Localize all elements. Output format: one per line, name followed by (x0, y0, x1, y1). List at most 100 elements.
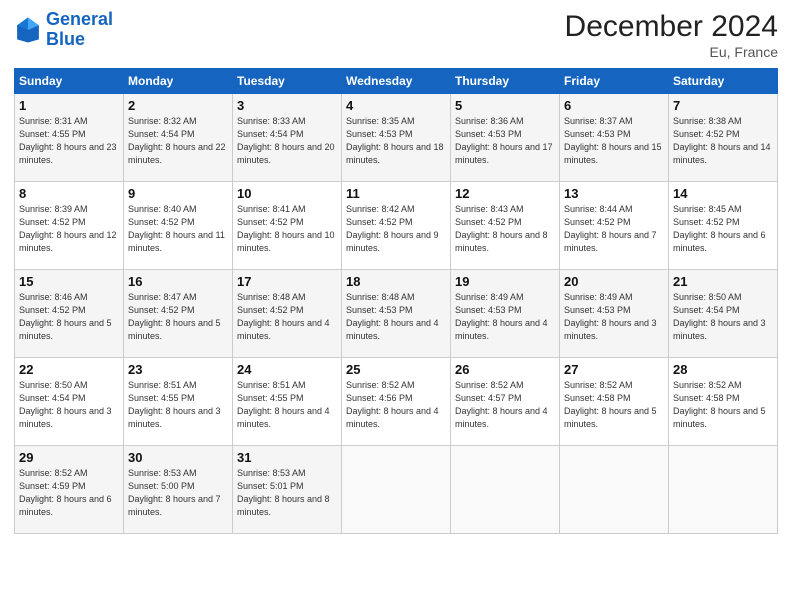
day-cell-19: 19Sunrise: 8:49 AMSunset: 4:53 PMDayligh… (451, 270, 560, 358)
day-number: 30 (128, 450, 228, 465)
day-number: 7 (673, 98, 773, 113)
day-info: Sunrise: 8:50 AMSunset: 4:54 PMDaylight:… (19, 379, 119, 431)
day-info: Sunrise: 8:52 AMSunset: 4:57 PMDaylight:… (455, 379, 555, 431)
day-number: 11 (346, 186, 446, 201)
day-cell-30: 30 Sunrise: 8:53 AMSunset: 5:00 PMDayligh… (124, 446, 233, 534)
day-cell-28: 28Sunrise: 8:52 AMSunset: 4:58 PMDayligh… (669, 358, 778, 446)
day-cell-27: 27 Sunrise: 8:52 AMSunset: 4:58 PMDayligh… (560, 358, 669, 446)
weekday-header-saturday: Saturday (669, 69, 778, 94)
location: Eu, France (565, 44, 778, 60)
day-info: Sunrise: 8:52 AMSunset: 4:56 PMDaylight:… (346, 379, 446, 431)
calendar-body: 1 Sunrise: 8:31 AMSunset: 4:55 PMDaylight… (15, 94, 778, 534)
day-cell-11: 11 Sunrise: 8:42 AMSunset: 4:52 PMDayligh… (342, 182, 451, 270)
day-number: 8 (19, 186, 119, 201)
day-info: Sunrise: 8:42 AMSunset: 4:52 PMDaylight:… (346, 203, 446, 255)
day-number: 3 (237, 98, 337, 113)
week-row-1: 1 Sunrise: 8:31 AMSunset: 4:55 PMDaylight… (15, 94, 778, 182)
day-info: Sunrise: 8:36 AMSunset: 4:53 PMDaylight:… (455, 115, 555, 167)
day-cell-16: 16 Sunrise: 8:47 AMSunset: 4:52 PMDayligh… (124, 270, 233, 358)
logo-text: General Blue (46, 10, 113, 50)
calendar: SundayMondayTuesdayWednesdayThursdayFrid… (14, 68, 778, 534)
weekday-header-tuesday: Tuesday (233, 69, 342, 94)
day-number: 26 (455, 362, 555, 377)
day-cell-25: 25Sunrise: 8:52 AMSunset: 4:56 PMDayligh… (342, 358, 451, 446)
day-cell-5: 5 Sunrise: 8:36 AMSunset: 4:53 PMDaylight… (451, 94, 560, 182)
day-number: 24 (237, 362, 337, 377)
day-number: 4 (346, 98, 446, 113)
weekday-header-friday: Friday (560, 69, 669, 94)
day-cell-20: 20 Sunrise: 8:49 AMSunset: 4:53 PMDayligh… (560, 270, 669, 358)
day-info: Sunrise: 8:50 AMSunset: 4:54 PMDaylight:… (673, 291, 773, 343)
day-number: 20 (564, 274, 664, 289)
day-number: 1 (19, 98, 119, 113)
day-number: 6 (564, 98, 664, 113)
day-info: Sunrise: 8:52 AMSunset: 4:58 PMDaylight:… (673, 379, 773, 431)
day-number: 10 (237, 186, 337, 201)
day-number: 19 (455, 274, 555, 289)
day-info: Sunrise: 8:52 AMSunset: 4:58 PMDaylight:… (564, 379, 664, 431)
day-number: 16 (128, 274, 228, 289)
day-info: Sunrise: 8:52 AMSunset: 4:59 PMDaylight:… (19, 467, 119, 519)
day-cell-26: 26 Sunrise: 8:52 AMSunset: 4:57 PMDayligh… (451, 358, 560, 446)
month-title: December 2024 (565, 10, 778, 44)
day-info: Sunrise: 8:46 AMSunset: 4:52 PMDaylight:… (19, 291, 119, 343)
day-info: Sunrise: 8:37 AMSunset: 4:53 PMDaylight:… (564, 115, 664, 167)
week-row-5: 29 Sunrise: 8:52 AMSunset: 4:59 PMDayligh… (15, 446, 778, 534)
day-info: Sunrise: 8:32 AMSunset: 4:54 PMDaylight:… (128, 115, 228, 167)
day-cell-12: 12 Sunrise: 8:43 AMSunset: 4:52 PMDayligh… (451, 182, 560, 270)
empty-cell (342, 446, 451, 534)
week-row-2: 8 Sunrise: 8:39 AMSunset: 4:52 PMDaylight… (15, 182, 778, 270)
day-number: 12 (455, 186, 555, 201)
day-info: Sunrise: 8:51 AMSunset: 4:55 PMDaylight:… (128, 379, 228, 431)
weekday-header-row: SundayMondayTuesdayWednesdayThursdayFrid… (15, 69, 778, 94)
day-cell-10: 10 Sunrise: 8:41 AMSunset: 4:52 PMDayligh… (233, 182, 342, 270)
day-cell-4: 4Sunrise: 8:35 AMSunset: 4:53 PMDaylight… (342, 94, 451, 182)
weekday-header-wednesday: Wednesday (342, 69, 451, 94)
day-cell-13: 13 Sunrise: 8:44 AMSunset: 4:52 PMDayligh… (560, 182, 669, 270)
day-info: Sunrise: 8:49 AMSunset: 4:53 PMDaylight:… (564, 291, 664, 343)
day-number: 2 (128, 98, 228, 113)
day-number: 9 (128, 186, 228, 201)
day-cell-23: 23 Sunrise: 8:51 AMSunset: 4:55 PMDayligh… (124, 358, 233, 446)
day-info: Sunrise: 8:38 AMSunset: 4:52 PMDaylight:… (673, 115, 773, 167)
day-number: 23 (128, 362, 228, 377)
day-cell-29: 29 Sunrise: 8:52 AMSunset: 4:59 PMDayligh… (15, 446, 124, 534)
day-number: 17 (237, 274, 337, 289)
day-number: 29 (19, 450, 119, 465)
day-cell-15: 15 Sunrise: 8:46 AMSunset: 4:52 PMDayligh… (15, 270, 124, 358)
day-cell-9: 9Sunrise: 8:40 AMSunset: 4:52 PMDaylight… (124, 182, 233, 270)
day-cell-24: 24 Sunrise: 8:51 AMSunset: 4:55 PMDayligh… (233, 358, 342, 446)
day-info: Sunrise: 8:41 AMSunset: 4:52 PMDaylight:… (237, 203, 337, 255)
day-number: 22 (19, 362, 119, 377)
day-cell-1: 1 Sunrise: 8:31 AMSunset: 4:55 PMDaylight… (15, 94, 124, 182)
weekday-header-thursday: Thursday (451, 69, 560, 94)
day-info: Sunrise: 8:33 AMSunset: 4:54 PMDaylight:… (237, 115, 337, 167)
day-number: 13 (564, 186, 664, 201)
day-info: Sunrise: 8:48 AMSunset: 4:53 PMDaylight:… (346, 291, 446, 343)
logo-line1: General (46, 9, 113, 29)
day-number: 31 (237, 450, 337, 465)
day-cell-14: 14 Sunrise: 8:45 AMSunset: 4:52 PMDayligh… (669, 182, 778, 270)
day-info: Sunrise: 8:51 AMSunset: 4:55 PMDaylight:… (237, 379, 337, 431)
weekday-header-monday: Monday (124, 69, 233, 94)
logo: General Blue (14, 10, 113, 50)
day-number: 5 (455, 98, 555, 113)
day-info: Sunrise: 8:39 AMSunset: 4:52 PMDaylight:… (19, 203, 119, 255)
day-number: 15 (19, 274, 119, 289)
day-info: Sunrise: 8:53 AMSunset: 5:00 PMDaylight:… (128, 467, 228, 519)
day-info: Sunrise: 8:53 AMSunset: 5:01 PMDaylight:… (237, 467, 337, 519)
day-info: Sunrise: 8:47 AMSunset: 4:52 PMDaylight:… (128, 291, 228, 343)
logo-line2: Blue (46, 29, 85, 49)
day-info: Sunrise: 8:31 AMSunset: 4:55 PMDaylight:… (19, 115, 119, 167)
day-info: Sunrise: 8:43 AMSunset: 4:52 PMDaylight:… (455, 203, 555, 255)
day-cell-3: 3 Sunrise: 8:33 AMSunset: 4:54 PMDaylight… (233, 94, 342, 182)
day-info: Sunrise: 8:44 AMSunset: 4:52 PMDaylight:… (564, 203, 664, 255)
day-number: 14 (673, 186, 773, 201)
day-cell-18: 18Sunrise: 8:48 AMSunset: 4:53 PMDayligh… (342, 270, 451, 358)
logo-icon (14, 16, 42, 44)
day-number: 27 (564, 362, 664, 377)
weekday-header-sunday: Sunday (15, 69, 124, 94)
day-info: Sunrise: 8:45 AMSunset: 4:52 PMDaylight:… (673, 203, 773, 255)
day-cell-6: 6 Sunrise: 8:37 AMSunset: 4:53 PMDaylight… (560, 94, 669, 182)
page: General Blue December 2024 Eu, France Su… (0, 0, 792, 612)
